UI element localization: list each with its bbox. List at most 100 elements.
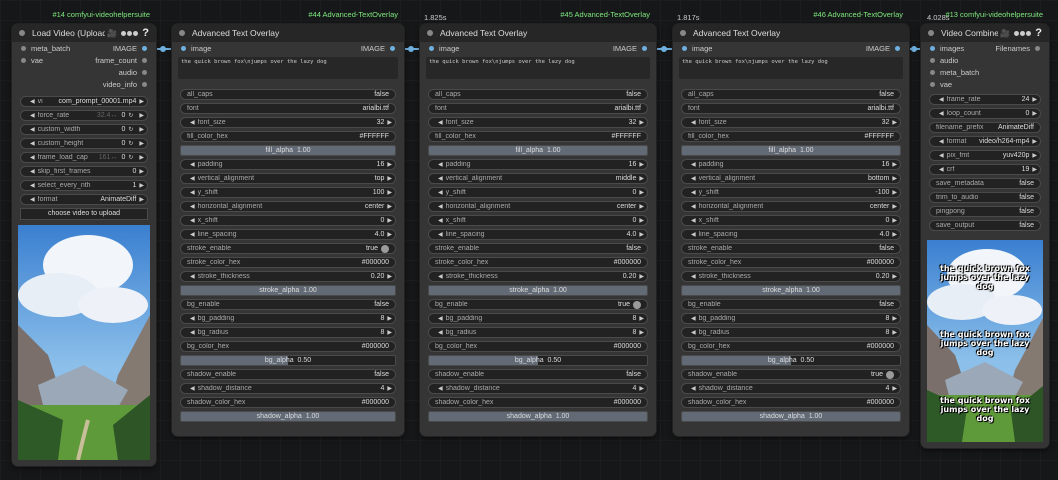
widget-y-shift[interactable]: ◀ y_shift 100 ▶ — [180, 187, 396, 198]
input-slot[interactable]: meta_batch — [21, 44, 70, 53]
input-socket-icon[interactable] — [930, 57, 935, 63]
widget-save-output[interactable]: save_output false — [929, 220, 1041, 231]
toggle-knob-icon[interactable] — [381, 244, 389, 253]
decrement-arrow-icon[interactable]: ◀ — [691, 385, 696, 392]
widget-frame-load-cap[interactable]: ◀ frame_load_cap 161↔ 0 ↻ ▶ — [20, 152, 148, 163]
output-socket-icon[interactable] — [1035, 45, 1040, 51]
widget-format[interactable]: ◀ format AnimateDiff ▶ — [20, 194, 148, 205]
slider-shadow-alpha[interactable]: shadow_alpha 1.00 — [681, 411, 901, 422]
slider-stroke-alpha[interactable]: stroke_alpha 1.00 — [180, 285, 396, 296]
increment-arrow-icon[interactable]: ▶ — [1032, 166, 1037, 173]
decrement-arrow-icon[interactable]: ◀ — [939, 96, 944, 103]
decrement-arrow-icon[interactable]: ◀ — [691, 315, 696, 322]
link-wire-midpoint[interactable] — [661, 46, 667, 52]
widget-fill-color-hex[interactable]: fill_color_hex #FFFFFF — [180, 131, 396, 142]
widget-filename-prefix[interactable]: filename_prefix AnimateDiff — [929, 122, 1041, 133]
widget-y-shift[interactable]: ◀ y_shift 0 ▶ — [428, 187, 648, 198]
decrement-arrow-icon[interactable]: ◀ — [939, 110, 944, 117]
output-slot[interactable]: IMAGE — [113, 44, 147, 53]
decrement-arrow-icon[interactable]: ◀ — [438, 231, 443, 238]
increment-arrow-icon[interactable]: ▶ — [1032, 96, 1037, 103]
decrement-arrow-icon[interactable]: ◀ — [190, 203, 195, 210]
decrement-arrow-icon[interactable]: ◀ — [190, 161, 195, 168]
slider-shadow-alpha[interactable]: shadow_alpha 1.00 — [428, 411, 648, 422]
decrement-arrow-icon[interactable]: ◀ — [438, 119, 443, 126]
input-socket-icon[interactable] — [930, 81, 935, 87]
decrement-arrow-icon[interactable]: ◀ — [438, 203, 443, 210]
decrement-arrow-icon[interactable]: ◀ — [691, 231, 696, 238]
node-title-bar[interactable]: Video Combine 🎥 ? — [921, 24, 1049, 42]
decrement-arrow-icon[interactable]: ◀ — [691, 203, 696, 210]
decrement-arrow-icon[interactable]: ◀ — [190, 385, 195, 392]
increment-arrow-icon[interactable]: ▶ — [639, 329, 644, 336]
increment-arrow-icon[interactable]: ▶ — [387, 217, 392, 224]
increment-arrow-icon[interactable]: ▶ — [387, 273, 392, 280]
widget-loop-count[interactable]: ◀ loop_count 0 ▶ — [929, 108, 1041, 119]
widget-font[interactable]: font arialbi.ttf — [180, 103, 396, 114]
increment-arrow-icon[interactable]: ▶ — [639, 315, 644, 322]
input-slot[interactable]: image — [682, 44, 712, 53]
widget-stroke-thickness[interactable]: ◀ stroke_thickness 0.20 ▶ — [180, 271, 396, 282]
widget-format[interactable]: ◀ format video/h264-mp4 ▶ — [929, 136, 1041, 147]
widget-bg-radius[interactable]: ◀ bg_radius 8 ▶ — [681, 327, 901, 338]
decrement-arrow-icon[interactable]: ◀ — [190, 231, 195, 238]
widget-vi[interactable]: ◀ vi com_prompt_00001.mp4 ▶ — [20, 96, 148, 107]
output-slot[interactable]: IMAGE — [613, 44, 647, 53]
widget-font-size[interactable]: ◀ font_size 32 ▶ — [180, 117, 396, 128]
input-slot[interactable]: audio — [930, 56, 958, 65]
increment-arrow-icon[interactable]: ▶ — [639, 273, 644, 280]
increment-arrow-icon[interactable]: ▶ — [1032, 138, 1037, 145]
decrement-arrow-icon[interactable]: ◀ — [438, 217, 443, 224]
text-input[interactable]: the quick brown fox\njumps over the lazy… — [426, 57, 650, 79]
node-title-bar[interactable]: Load Video (Upload) 🎥 ? — [12, 24, 156, 42]
output-slot[interactable]: IMAGE — [866, 44, 900, 53]
widget-horizontal-alignment[interactable]: ◀ horizontal_alignment center ▶ — [180, 201, 396, 212]
widget-bg-enable[interactable]: bg_enable false — [681, 299, 901, 310]
increment-arrow-icon[interactable]: ▶ — [139, 140, 144, 147]
widget-bg-padding[interactable]: ◀ bg_padding 8 ▶ — [180, 313, 396, 324]
decrement-arrow-icon[interactable]: ◀ — [691, 217, 696, 224]
increment-arrow-icon[interactable]: ▶ — [892, 273, 897, 280]
input-slot[interactable]: vae — [930, 80, 952, 89]
widget-bg-radius[interactable]: ◀ bg_radius 8 ▶ — [180, 327, 396, 338]
increment-arrow-icon[interactable]: ▶ — [639, 203, 644, 210]
decrement-arrow-icon[interactable]: ◀ — [190, 189, 195, 196]
decrement-arrow-icon[interactable]: ◀ — [939, 152, 944, 159]
increment-arrow-icon[interactable]: ▶ — [139, 112, 144, 119]
increment-arrow-icon[interactable]: ▶ — [892, 161, 897, 168]
widget-crf[interactable]: ◀ crf 19 ▶ — [929, 164, 1041, 175]
slider-bg-alpha[interactable]: bg_alpha 0.50 — [681, 355, 901, 366]
input-slot[interactable]: image — [181, 44, 211, 53]
widget-shadow-color-hex[interactable]: shadow_color_hex #000000 — [428, 397, 648, 408]
widget-shadow-distance[interactable]: ◀ shadow_distance 4 ▶ — [681, 383, 901, 394]
reset-icon[interactable]: ↻ — [128, 154, 133, 161]
widget-horizontal-alignment[interactable]: ◀ horizontal_alignment center ▶ — [428, 201, 648, 212]
widget-stroke-enable[interactable]: stroke_enable false — [428, 243, 648, 254]
decrement-arrow-icon[interactable]: ◀ — [691, 175, 696, 182]
widget-bg-color-hex[interactable]: bg_color_hex #000000 — [428, 341, 648, 352]
decrement-arrow-icon[interactable]: ◀ — [190, 175, 195, 182]
widget-fill-color-hex[interactable]: fill_color_hex #FFFFFF — [428, 131, 648, 142]
decrement-arrow-icon[interactable]: ◀ — [30, 140, 35, 147]
decrement-arrow-icon[interactable]: ◀ — [190, 315, 195, 322]
widget-all-caps[interactable]: all_caps false — [681, 89, 901, 100]
increment-arrow-icon[interactable]: ▶ — [892, 385, 897, 392]
text-overlay-node[interactable]: #44 Advanced-TextOverlay Advanced Text Ov… — [172, 10, 404, 436]
slider-fill-alpha[interactable]: fill_alpha 1.00 — [180, 145, 396, 156]
increment-arrow-icon[interactable]: ▶ — [139, 168, 144, 175]
widget-bg-enable[interactable]: bg_enable false — [180, 299, 396, 310]
output-slot[interactable]: IMAGE — [361, 44, 395, 53]
widget-bg-padding[interactable]: ◀ bg_padding 8 ▶ — [428, 313, 648, 324]
input-socket-icon[interactable] — [21, 57, 26, 63]
widget-vertical-alignment[interactable]: ◀ vertical_alignment bottom ▶ — [681, 173, 901, 184]
toggle-knob-icon[interactable] — [633, 300, 641, 309]
decrement-arrow-icon[interactable]: ◀ — [190, 119, 195, 126]
slider-shadow-alpha[interactable]: shadow_alpha 1.00 — [180, 411, 396, 422]
widget-pingpong[interactable]: pingpong false — [929, 206, 1041, 217]
output-socket-icon[interactable] — [895, 45, 900, 51]
output-slot[interactable]: frame_count — [95, 56, 147, 65]
load-video-node[interactable]: #14 comfyui-videohelpersuite Load Video … — [12, 10, 156, 466]
widget-vertical-alignment[interactable]: ◀ vertical_alignment middle ▶ — [428, 173, 648, 184]
collapse-dot-icon[interactable] — [179, 30, 185, 36]
increment-arrow-icon[interactable]: ▶ — [1032, 152, 1037, 159]
